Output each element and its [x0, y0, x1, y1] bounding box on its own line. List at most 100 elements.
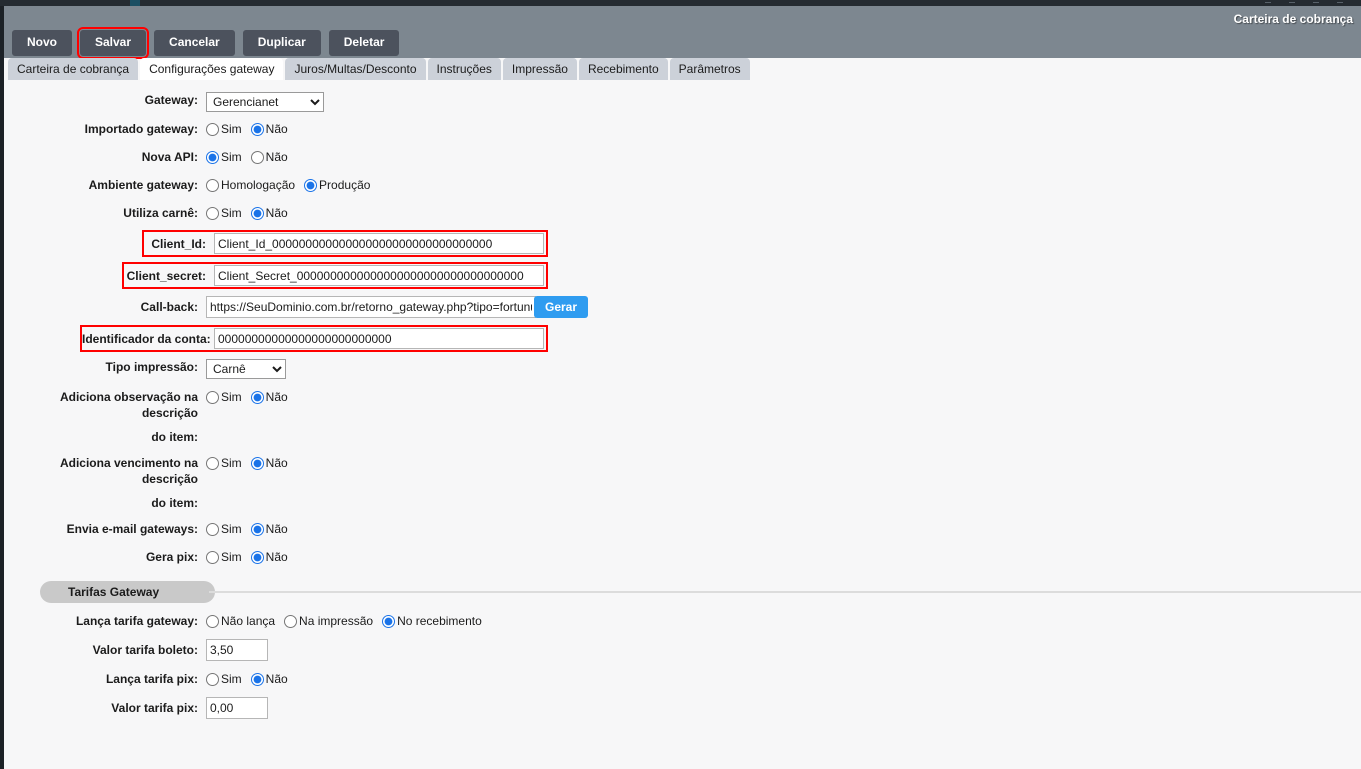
envia-email-radio-sim[interactable] — [206, 522, 219, 536]
lanca-tarifa-nao-lanca-text: Não lança — [221, 614, 276, 628]
nova-api-option-sim[interactable]: Sim — [206, 149, 242, 165]
nova-api-radio-sim[interactable] — [206, 150, 219, 164]
valor-tarifa-pix-input[interactable] — [206, 697, 268, 719]
callback-input[interactable] — [206, 296, 536, 318]
window-restore-icon[interactable] — [1313, 2, 1319, 3]
client-id-input[interactable] — [214, 233, 544, 254]
lanca-tarifa-option-nao-lanca[interactable]: Não lança — [206, 613, 275, 629]
nova-api-nao-text: Não — [265, 150, 288, 164]
delete-button[interactable]: Deletar — [328, 30, 400, 56]
lanca-tarifa-radio-no-recebimento[interactable] — [382, 614, 396, 628]
duplicate-button[interactable]: Duplicar — [242, 30, 321, 56]
ambiente-gateway-option-homologacao[interactable]: Homologação — [206, 177, 295, 193]
tab-impressao[interactable]: Impressão — [502, 58, 577, 80]
tab-parametros[interactable]: Parâmetros — [669, 58, 750, 80]
ambiente-gateway-radio-homologacao[interactable] — [206, 178, 219, 192]
utiliza-carne-radio-group: Sim Não — [206, 205, 1361, 221]
section-divider — [209, 591, 1361, 593]
gateway-select[interactable]: Gerencianet — [206, 92, 324, 112]
tab-recebimento[interactable]: Recebimento — [578, 58, 668, 80]
lanca-tarifa-pix-nao-text: Não — [265, 672, 288, 686]
lanca-tarifa-pix-radio-sim[interactable] — [206, 672, 219, 686]
cancel-button[interactable]: Cancelar — [154, 30, 235, 56]
adiciona-vencimento-radio-nao[interactable] — [250, 456, 264, 470]
envia-email-option-nao[interactable]: Não — [250, 521, 288, 537]
nova-api-radio-nao[interactable] — [250, 150, 264, 164]
adiciona-vencimento-option-sim[interactable]: Sim — [206, 455, 242, 471]
adiciona-observacao-radio-nao[interactable] — [250, 390, 264, 404]
adiciona-observacao-option-sim[interactable]: Sim — [206, 389, 242, 405]
client-secret-label: Client_secret: — [126, 268, 206, 283]
lanca-tarifa-pix-option-nao[interactable]: Não — [250, 671, 288, 687]
envia-email-radio-nao[interactable] — [250, 522, 264, 536]
gera-pix-option-nao[interactable]: Não — [250, 549, 288, 565]
tab-instrucoes[interactable]: Instruções — [427, 58, 501, 80]
field-row-valor-tarifa-pix: Valor tarifa pix: — [4, 697, 1361, 719]
identificador-conta-input[interactable] — [214, 328, 544, 349]
envia-email-option-sim[interactable]: Sim — [206, 521, 242, 537]
ambiente-gateway-radio-producao[interactable] — [304, 178, 318, 192]
lanca-tarifa-pix-sim-text: Sim — [221, 672, 242, 686]
envia-email-gateways-label: Envia e-mail gateways: — [66, 522, 198, 536]
adiciona-observacao-radio-group: Sim Não — [206, 389, 1361, 405]
adiciona-vencimento-sim-text: Sim — [221, 456, 242, 470]
utiliza-carne-radio-sim[interactable] — [206, 206, 219, 220]
tipo-impressao-select[interactable]: Carnê — [206, 359, 286, 379]
gera-pix-option-sim[interactable]: Sim — [206, 549, 242, 565]
utiliza-carne-option-nao[interactable]: Não — [250, 205, 288, 221]
lanca-tarifa-option-na-impressao[interactable]: Na impressão — [284, 613, 373, 629]
field-row-lanca-tarifa-gateway: Lança tarifa gateway: Não lança Na impre… — [4, 613, 1361, 629]
window-minimize-icon[interactable] — [1265, 2, 1271, 3]
lanca-tarifa-pix-radio-nao[interactable] — [250, 672, 264, 686]
tab-juros-multas-desconto[interactable]: Juros/Multas/Desconto — [285, 58, 426, 80]
window-close-icon[interactable] — [1337, 2, 1343, 3]
generate-callback-button[interactable]: Gerar — [534, 296, 589, 318]
tab-configuracoes-gateway[interactable]: Configurações gateway — [140, 58, 284, 80]
envia-email-gateways-radio-group: Sim Não — [206, 521, 1361, 537]
nova-api-sim-text: Sim — [221, 150, 242, 164]
lanca-tarifa-radio-nao-lanca[interactable] — [206, 614, 219, 628]
lanca-tarifa-na-impressao-text: Na impressão — [299, 614, 374, 628]
gera-pix-radio-nao[interactable] — [250, 550, 264, 564]
lanca-tarifa-no-recebimento-text: No recebimento — [397, 614, 482, 628]
importado-gateway-option-sim[interactable]: Sim — [206, 121, 242, 137]
field-row-utiliza-carne: Utiliza carnê: Sim Não — [4, 205, 1361, 221]
save-button[interactable]: Salvar — [76, 27, 150, 59]
gera-pix-radio-group: Sim Não — [206, 549, 1361, 565]
gera-pix-nao-text: Não — [265, 550, 288, 564]
ambiente-gateway-option-producao[interactable]: Produção — [304, 177, 370, 193]
new-button[interactable]: Novo — [12, 30, 72, 56]
callback-label: Call-back: — [140, 300, 198, 314]
tarifas-gateway-section-title: Tarifas Gateway — [40, 581, 216, 603]
utiliza-carne-option-sim[interactable]: Sim — [206, 205, 242, 221]
adiciona-observacao-nao-text: Não — [265, 390, 288, 404]
adiciona-observacao-radio-sim[interactable] — [206, 390, 219, 404]
nova-api-option-nao[interactable]: Não — [250, 149, 288, 165]
utiliza-carne-label: Utiliza carnê: — [123, 206, 198, 220]
utiliza-carne-radio-nao[interactable] — [250, 206, 264, 220]
field-row-importado-gateway: Importado gateway: Sim Não — [4, 121, 1361, 137]
client-secret-input[interactable] — [214, 265, 544, 286]
lanca-tarifa-radio-na-impressao[interactable] — [284, 614, 298, 628]
field-row-client-id: Client_Id: — [142, 230, 548, 257]
window-maximize-icon[interactable] — [1289, 2, 1295, 3]
valor-tarifa-boleto-input[interactable] — [206, 639, 268, 661]
ambiente-gateway-label: Ambiente gateway: — [88, 178, 198, 192]
envia-email-sim-text: Sim — [221, 522, 242, 536]
adiciona-vencimento-label-line2: do item: — [151, 496, 198, 510]
importado-gateway-radio-sim[interactable] — [206, 122, 219, 136]
importado-gateway-radio-nao[interactable] — [250, 122, 264, 136]
lanca-tarifa-option-no-recebimento[interactable]: No recebimento — [382, 613, 482, 629]
ambiente-gateway-producao-text: Produção — [319, 178, 371, 192]
adiciona-observacao-label-line2: do item: — [151, 430, 198, 444]
adiciona-vencimento-option-nao[interactable]: Não — [250, 455, 288, 471]
gera-pix-radio-sim[interactable] — [206, 550, 219, 564]
tab-carteira-de-cobranca[interactable]: Carteira de cobrança — [8, 58, 139, 80]
lanca-tarifa-pix-option-sim[interactable]: Sim — [206, 671, 242, 687]
tipo-impressao-label: Tipo impressão: — [105, 360, 198, 374]
adiciona-vencimento-radio-sim[interactable] — [206, 456, 219, 470]
importado-gateway-option-nao[interactable]: Não — [250, 121, 288, 137]
gateway-label: Gateway: — [144, 93, 198, 107]
adiciona-observacao-option-nao[interactable]: Não — [250, 389, 288, 405]
field-row-ambiente-gateway: Ambiente gateway: Homologação Produção — [4, 177, 1361, 193]
